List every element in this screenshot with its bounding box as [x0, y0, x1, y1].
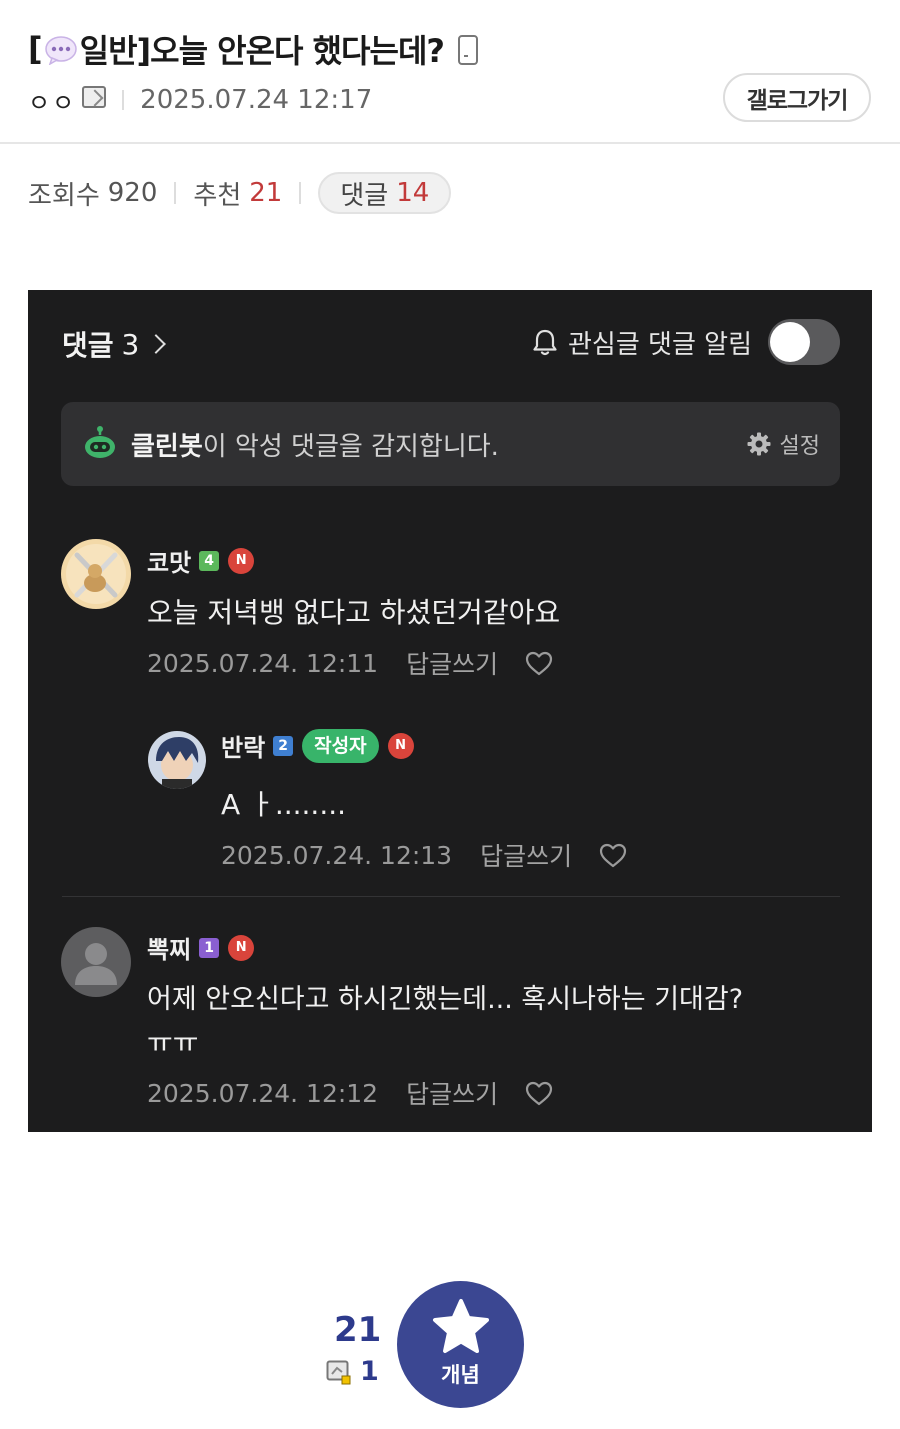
nickname[interactable]: 뽁찌: [147, 930, 191, 965]
gear-icon: [747, 432, 771, 456]
title-category: 일반]: [79, 32, 152, 70]
avatar[interactable]: [61, 927, 131, 997]
header-divider: [0, 142, 900, 144]
post-date: 2025.07.24 12:17: [140, 85, 373, 115]
concept-label: 개념: [441, 1362, 480, 1387]
fixed-user-icon: [326, 1360, 351, 1384]
cleanbot-settings-button[interactable]: 설정: [746, 402, 820, 486]
reply-item: 반락 2 작성자 N A ㅏ........ 2025.07.24. 12:13…: [148, 728, 838, 873]
avatar-image: [148, 731, 206, 789]
comment-notify: 관심글 댓글 알림: [530, 319, 840, 365]
comment-footer: 2025.07.24. 12:11 답글쓰기: [147, 645, 554, 681]
title-text: 오늘 안온다 했다는데?: [150, 32, 445, 70]
comment-date: 2025.07.24. 12:13: [221, 840, 453, 870]
comment-text: A ㅏ........: [221, 788, 347, 821]
views-label: 조회수: [28, 180, 100, 211]
new-badge: N: [228, 547, 255, 574]
comment-author: 반락 2 작성자 N: [221, 728, 414, 763]
divider: [174, 182, 177, 204]
fixed-recommend: 1: [326, 1356, 379, 1387]
new-badge: N: [387, 732, 414, 759]
divider: [122, 90, 125, 110]
fixed-recommend-count: 1: [360, 1356, 379, 1387]
comment-author: 뽁찌 1 N: [147, 930, 255, 965]
gallog-icon[interactable]: [82, 86, 107, 108]
mobile-icon: [456, 33, 478, 65]
comments-button[interactable]: 댓글 14: [318, 172, 452, 214]
avatar[interactable]: [148, 731, 206, 789]
level-badge: 4: [199, 550, 220, 571]
new-badge: N: [228, 934, 255, 961]
comments-count: 14: [396, 178, 430, 208]
cleanbot-text: 이 악성 댓글을 감지합니다.: [202, 431, 499, 462]
star-icon: [432, 1298, 489, 1353]
title-bracket: [: [28, 30, 43, 68]
comment-date: 2025.07.24. 12:12: [147, 1078, 379, 1108]
comment-text-line2: ㅠㅠ: [147, 1026, 199, 1059]
comment-footer: 2025.07.24. 12:13 답글쓰기: [221, 837, 628, 873]
comment-text-line1: 어제 안오신다고 하시긴했는데... 혹시나하는 기대감?: [147, 984, 744, 1015]
comment-footer: 2025.07.24. 12:12 답글쓰기: [147, 1075, 554, 1111]
comment-item: 뽁찌 1 N 어제 안오신다고 하시긴했는데... 혹시나하는 기대감? ㅠㅠ …: [61, 927, 841, 1117]
level-badge: 1: [199, 937, 220, 958]
reply-button[interactable]: 답글쓰기: [406, 1075, 498, 1111]
notify-label: 관심글 댓글 알림: [568, 329, 752, 360]
comment-header-label: 댓글: [62, 329, 114, 362]
concept-recommend-button[interactable]: 개념: [397, 1281, 524, 1408]
level-badge: 2: [273, 735, 294, 756]
reply-button[interactable]: 답글쓰기: [480, 837, 572, 873]
cleanbot-bar: 클린봇이 악성 댓글을 감지합니다. 설정: [61, 402, 840, 486]
author-name[interactable]: ㅇㅇ: [28, 83, 76, 118]
avatar[interactable]: [61, 539, 131, 609]
comment-date: 2025.07.24. 12:11: [147, 648, 379, 678]
post-title: [ 일반] 오늘 안온다 했다는데?: [28, 26, 478, 72]
comment-author: 코맛 4 N: [147, 543, 255, 578]
cleanbot-name: 클린봇: [131, 431, 203, 462]
toggle-knob: [770, 322, 810, 362]
divider: [299, 182, 302, 204]
recommend-label: 추천: [193, 180, 242, 211]
chevron-right-icon: [146, 334, 167, 354]
views-count: 920: [107, 178, 158, 208]
heart-icon[interactable]: [598, 841, 628, 869]
nickname[interactable]: 반락: [221, 728, 265, 763]
gallog-button[interactable]: 갤로그가기: [723, 73, 871, 122]
cleanbot-message: 클린봇이 악성 댓글을 감지합니다.: [131, 426, 499, 463]
embedded-screenshot: 댓글 3 관심글 댓글 알림 클린봇이 악성 댓글을 감지합니다. 설정 코맛 …: [28, 290, 872, 1132]
comments-label: 댓글: [340, 180, 389, 211]
post-stats: 조회수 920 추천 21 댓글 14: [28, 172, 452, 214]
recommend-total: 21: [334, 1310, 382, 1350]
comment-item: 코맛 4 N 오늘 저녁뱅 없다고 하셨던거같아요 2025.07.24. 12…: [61, 539, 841, 679]
recommend-count: 21: [249, 178, 283, 208]
robot-icon: [85, 426, 115, 458]
bell-icon: [533, 329, 557, 356]
heart-icon[interactable]: [524, 649, 554, 677]
heart-icon[interactable]: [524, 1079, 554, 1107]
writer-badge: 작성자: [302, 728, 379, 763]
comment-divider: [62, 896, 840, 897]
chat-bubble-icon: [44, 36, 77, 65]
notify-toggle[interactable]: [768, 319, 840, 365]
settings-label: 설정: [779, 434, 820, 459]
default-avatar-icon: [61, 927, 131, 997]
avatar-image: [61, 539, 131, 609]
post-meta: ㅇㅇ 2025.07.24 12:17: [28, 83, 373, 118]
comment-header[interactable]: 댓글 3: [62, 324, 167, 364]
comment-header-count: 3: [121, 327, 140, 361]
comment-text: 오늘 저녁뱅 없다고 하셨던거같아요: [147, 596, 561, 629]
reply-button[interactable]: 답글쓰기: [406, 645, 498, 681]
nickname[interactable]: 코맛: [147, 543, 191, 578]
